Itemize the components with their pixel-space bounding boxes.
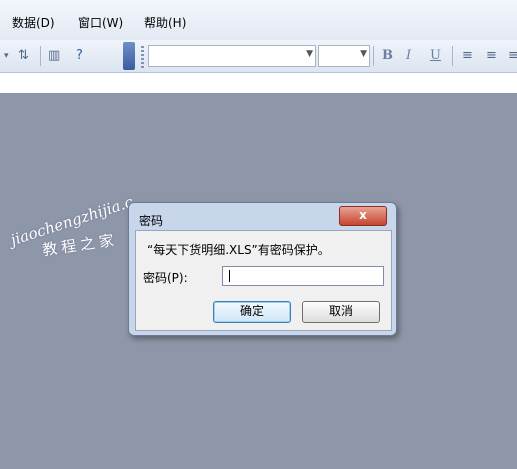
italic-button[interactable]: I	[406, 48, 411, 63]
menu-bar: 数据(D) 窗口(W) 帮助(H)	[0, 0, 517, 40]
align-left-icon[interactable]: ≡	[462, 48, 473, 63]
toolbar-separator	[452, 46, 453, 66]
align-center-icon[interactable]: ≡	[486, 48, 497, 63]
toolbar-separator	[40, 46, 41, 66]
underline-button[interactable]: U	[430, 48, 441, 63]
toolbar-grip[interactable]	[123, 42, 135, 70]
toolbar-separator	[373, 46, 374, 66]
password-label: 密码(P):	[143, 271, 188, 285]
dialog-title: 密码	[139, 214, 164, 228]
formatting-toolbar: ▾ ⇅ ▥ ? ▼ ▼ B I U ≡ ≡ ≡	[0, 40, 517, 73]
protection-message: “每天下货明细.XLS”有密码保护。	[147, 243, 330, 257]
align-right-icon[interactable]: ≡	[508, 48, 517, 63]
bold-button[interactable]: B	[382, 48, 393, 63]
password-dialog: 密码 x “每天下货明细.XLS”有密码保护。 密码(P): 确定 取消	[128, 202, 397, 336]
dropdown-arrow-icon[interactable]: ▾	[4, 51, 9, 61]
menu-help[interactable]: 帮助(H)	[144, 14, 186, 31]
chevron-down-icon[interactable]: ▼	[360, 49, 367, 59]
ok-button[interactable]: 确定	[213, 301, 291, 323]
password-input[interactable]	[222, 266, 384, 286]
menu-data[interactable]: 数据(D)	[12, 14, 55, 31]
menu-window[interactable]: 窗口(W)	[78, 14, 123, 31]
text-caret	[229, 270, 230, 282]
formula-bar-area	[0, 73, 517, 94]
font-name-combo[interactable]: ▼	[148, 45, 316, 67]
sort-icon[interactable]: ⇅	[18, 48, 29, 63]
chevron-down-icon[interactable]: ▼	[306, 49, 313, 59]
close-icon: x	[359, 208, 367, 222]
font-size-combo[interactable]: ▼	[318, 45, 370, 67]
dialog-body: “每天下货明细.XLS”有密码保护。 密码(P): 确定 取消	[135, 230, 392, 331]
close-button[interactable]: x	[339, 206, 387, 226]
cancel-button[interactable]: 取消	[302, 301, 380, 323]
help-icon[interactable]: ?	[76, 48, 83, 63]
chart-icon[interactable]: ▥	[48, 48, 60, 63]
toolbar-handle[interactable]	[141, 46, 144, 68]
